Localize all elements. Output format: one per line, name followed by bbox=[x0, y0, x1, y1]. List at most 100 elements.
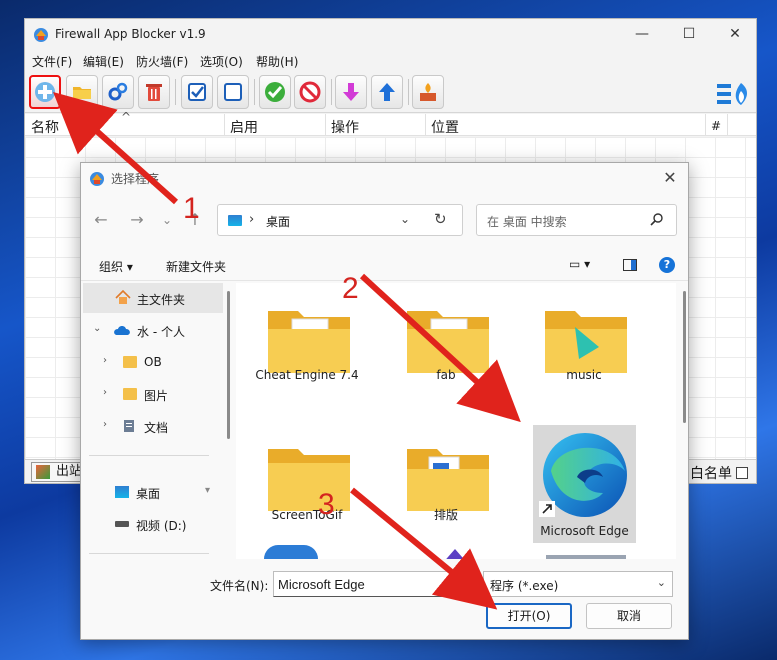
search-box[interactable]: 在 桌面 中搜索 bbox=[476, 204, 677, 236]
preview-pane-icon[interactable] bbox=[623, 259, 637, 271]
move-down-button[interactable] bbox=[335, 75, 367, 109]
nav-item-ob[interactable]: › OB bbox=[81, 347, 231, 377]
open-file-dialog: 选择程序 ✕ ← → ⌄ ↑ › 桌面 ⌄ ↻ 在 桌面 中搜索 组织 ▾ 新建… bbox=[80, 162, 689, 640]
nav-label-pictures: 图片 bbox=[144, 389, 169, 403]
dialog-close-button[interactable]: ✕ bbox=[660, 168, 680, 187]
partial-file-icon[interactable] bbox=[264, 545, 318, 559]
column-location[interactable]: 位置 bbox=[431, 117, 459, 137]
new-folder-button[interactable]: 新建文件夹 bbox=[166, 258, 226, 275]
file-name: music bbox=[566, 368, 602, 382]
add-folder-button[interactable] bbox=[66, 75, 98, 109]
nav-item-home[interactable]: 主文件夹 bbox=[83, 283, 223, 313]
refresh-button[interactable]: ↻ bbox=[434, 210, 447, 228]
help-button[interactable]: ? bbox=[659, 257, 675, 273]
music-folder-icon bbox=[545, 311, 627, 373]
whitelist-checkbox[interactable] bbox=[736, 467, 748, 479]
back-button[interactable]: ← bbox=[89, 209, 113, 231]
document-icon bbox=[124, 420, 134, 432]
pin-icon[interactable]: ▾ bbox=[205, 485, 210, 496]
nav-item-pictures[interactable]: › 图片 bbox=[81, 379, 231, 409]
maximize-button[interactable]: ☐ bbox=[666, 19, 712, 50]
navigation-pane: 主文件夹 ⌄ 水 - 个人 › OB › 图片 › 文档 桌面 ▾ 视频 (D:… bbox=[81, 281, 231, 559]
file-grid-scrollbar[interactable] bbox=[683, 291, 686, 423]
menu-edit[interactable]: 编辑(E) bbox=[83, 53, 124, 70]
menu-help[interactable]: 帮助(H) bbox=[256, 53, 298, 70]
file-item-fab[interactable]: fab bbox=[391, 291, 501, 409]
menu-file[interactable]: 文件(F) bbox=[32, 53, 72, 70]
chevron-right-icon[interactable]: › bbox=[103, 355, 107, 366]
app-logo-icon bbox=[34, 28, 48, 42]
menu-firewall[interactable]: 防火墙(F) bbox=[136, 53, 188, 70]
list-header: 名称 ^ 启用 操作 位置 # bbox=[25, 110, 756, 137]
enable-button[interactable] bbox=[259, 75, 291, 109]
disable-icon bbox=[299, 81, 321, 103]
outbound-button[interactable]: 出站 bbox=[31, 462, 87, 482]
disable-button[interactable] bbox=[294, 75, 326, 109]
uncheck-all-icon bbox=[224, 83, 242, 101]
organize-button[interactable]: 组织 ▾ bbox=[99, 258, 133, 275]
nav-item-drive-d[interactable]: 视频 (D:) bbox=[81, 509, 231, 539]
uncheck-all-button[interactable] bbox=[217, 75, 249, 109]
whitelist-toggle[interactable]: 白名单 bbox=[690, 463, 748, 483]
file-name: Microsoft Edge bbox=[540, 524, 629, 538]
move-down-icon bbox=[343, 83, 359, 101]
firewall-button[interactable] bbox=[412, 75, 444, 109]
file-item-layout[interactable]: 排版 bbox=[391, 429, 501, 547]
partial-file-icon[interactable] bbox=[546, 555, 626, 559]
partial-file-icon[interactable] bbox=[441, 549, 469, 559]
delete-button[interactable] bbox=[138, 75, 170, 109]
edge-icon bbox=[539, 433, 627, 517]
add-app-icon bbox=[35, 82, 55, 102]
move-up-button[interactable] bbox=[371, 75, 403, 109]
column-enabled[interactable]: 启用 bbox=[230, 117, 258, 137]
recent-locations-button[interactable]: ⌄ bbox=[155, 209, 179, 231]
desktop-icon bbox=[115, 486, 129, 498]
chevron-down-icon[interactable]: ⌄ bbox=[93, 323, 101, 334]
windows-firewall-icon[interactable] bbox=[715, 81, 751, 107]
column-name[interactable]: 名称 bbox=[31, 117, 59, 137]
close-button[interactable]: ✕ bbox=[712, 19, 758, 50]
file-name: 排版 bbox=[433, 508, 458, 522]
enable-icon bbox=[265, 82, 285, 102]
file-item-cheat-engine[interactable]: Cheat Engine 7.4 bbox=[252, 291, 362, 409]
cancel-button[interactable]: 取消 bbox=[586, 603, 672, 629]
settings-button[interactable] bbox=[102, 75, 134, 109]
toolbar bbox=[25, 71, 756, 113]
filetype-select[interactable]: 程序 (*.exe) ⌄ bbox=[483, 571, 673, 597]
file-item-screentogif[interactable]: ScreenToGif bbox=[252, 429, 362, 547]
address-dropdown-button[interactable]: ⌄ bbox=[400, 212, 410, 226]
home-icon bbox=[115, 290, 131, 304]
column-number[interactable]: # bbox=[711, 119, 721, 133]
view-options-button[interactable]: ▭ ▾ bbox=[569, 257, 590, 271]
nav-item-onedrive[interactable]: ⌄ 水 - 个人 bbox=[81, 315, 231, 345]
minimize-button[interactable]: — bbox=[619, 19, 665, 50]
nav-pane-scrollbar[interactable] bbox=[227, 291, 230, 439]
address-bar[interactable]: › 桌面 ⌄ ↻ bbox=[217, 204, 463, 236]
menu-options[interactable]: 选项(O) bbox=[200, 53, 243, 70]
filename-input[interactable]: Microsoft Edge bbox=[273, 571, 473, 597]
filename-history-dropdown[interactable] bbox=[458, 571, 473, 597]
nav-item-desktop[interactable]: 桌面 ▾ bbox=[81, 477, 231, 507]
nav-label-ob: OB bbox=[144, 355, 162, 369]
search-placeholder: 在 桌面 中搜索 bbox=[487, 215, 567, 229]
navigation-row: ← → ⌄ ↑ › 桌面 ⌄ ↻ 在 桌面 中搜索 bbox=[81, 199, 688, 239]
nav-label-desktop: 桌面 bbox=[136, 487, 161, 501]
open-button[interactable]: 打开(O) bbox=[486, 603, 572, 629]
chevron-right-icon[interactable]: › bbox=[103, 419, 107, 430]
file-item-music[interactable]: music bbox=[529, 291, 639, 409]
app-titlebar: Firewall App Blocker v1.9 — ☐ ✕ bbox=[25, 19, 756, 50]
add-folder-icon bbox=[73, 87, 91, 99]
check-all-icon bbox=[188, 83, 206, 101]
sort-indicator: ^ bbox=[121, 110, 132, 124]
breadcrumb-desktop[interactable]: 桌面 bbox=[266, 213, 290, 230]
nav-item-documents[interactable]: › 文档 bbox=[81, 411, 231, 441]
add-app-button[interactable] bbox=[29, 75, 61, 109]
drive-icon bbox=[115, 521, 129, 527]
forward-button[interactable]: → bbox=[125, 209, 149, 231]
chevron-right-icon[interactable]: › bbox=[103, 387, 107, 398]
nav-label-documents: 文档 bbox=[144, 421, 169, 435]
file-item-microsoft-edge[interactable]: Microsoft Edge bbox=[533, 425, 636, 543]
column-action[interactable]: 操作 bbox=[331, 117, 359, 137]
search-icon bbox=[650, 213, 663, 226]
check-all-button[interactable] bbox=[181, 75, 213, 109]
